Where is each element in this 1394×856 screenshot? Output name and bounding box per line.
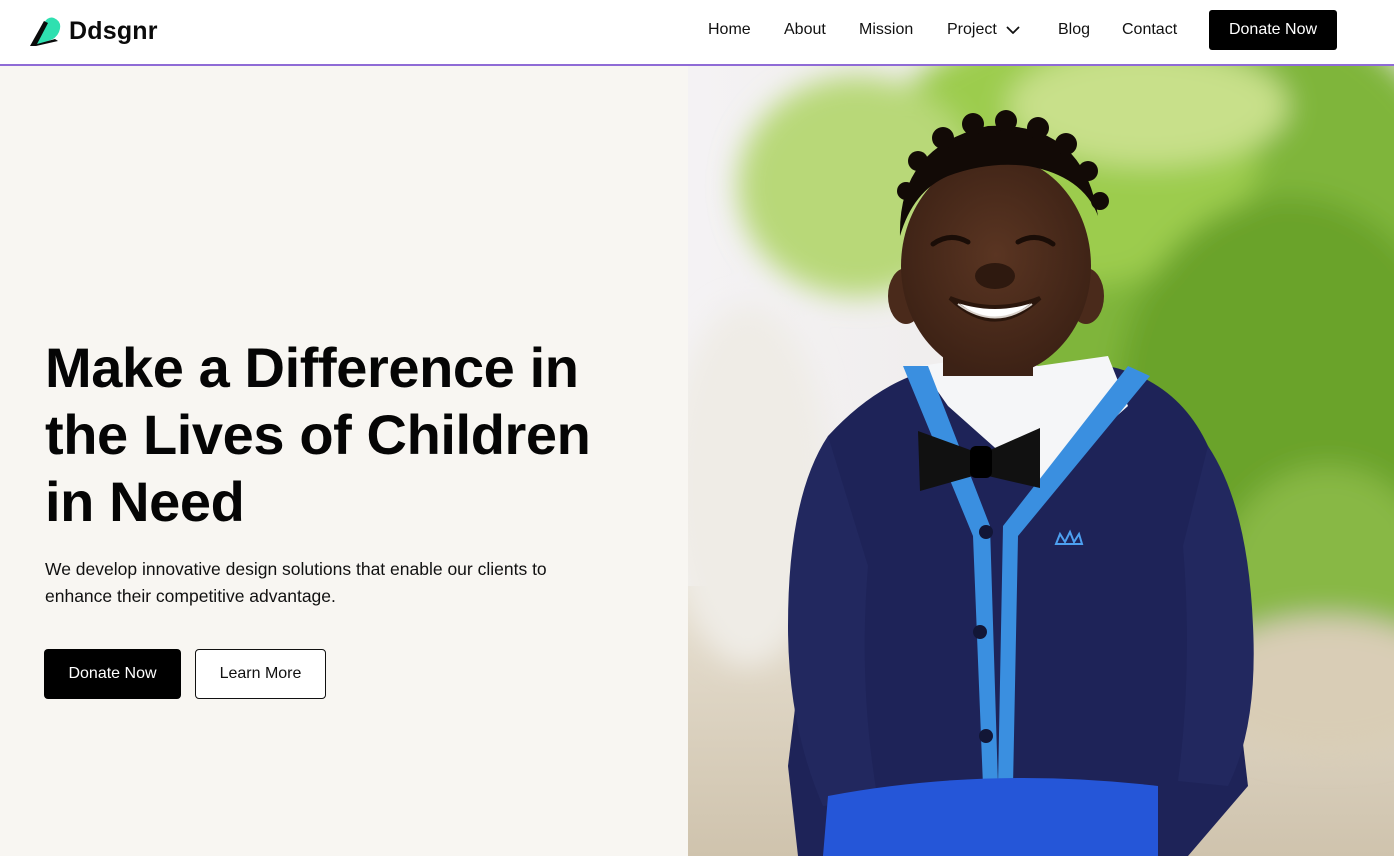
learn-more-button[interactable]: Learn More	[195, 649, 326, 699]
smiling-child-photo	[688, 66, 1394, 856]
site-header: Ddsgnr Home About Mission Project Blog C…	[0, 0, 1394, 66]
donate-now-button[interactable]: Donate Now	[44, 649, 181, 699]
brand-name: Ddsgnr	[69, 16, 158, 45]
chevron-down-icon	[1006, 26, 1020, 34]
nav-blog[interactable]: Blog	[1058, 19, 1090, 41]
header-donate-button[interactable]: Donate Now	[1209, 10, 1337, 50]
brand-logo[interactable]: Ddsgnr	[28, 14, 158, 48]
nav-mission[interactable]: Mission	[859, 19, 913, 41]
hero-content: Make a Difference in the Lives of Childr…	[0, 66, 688, 856]
nav-project-dropdown[interactable]: Project	[947, 19, 1020, 41]
hero-title: Make a Difference in the Lives of Childr…	[45, 336, 591, 533]
nav-about[interactable]: About	[784, 19, 826, 41]
hero-image	[688, 66, 1394, 856]
hero-description: We develop innovative design solutions t…	[45, 559, 547, 606]
nav-contact[interactable]: Contact	[1122, 19, 1177, 41]
leaf-logo-icon	[30, 17, 61, 46]
nav-home[interactable]: Home	[708, 19, 751, 41]
nav-project-label: Project	[947, 21, 997, 38]
